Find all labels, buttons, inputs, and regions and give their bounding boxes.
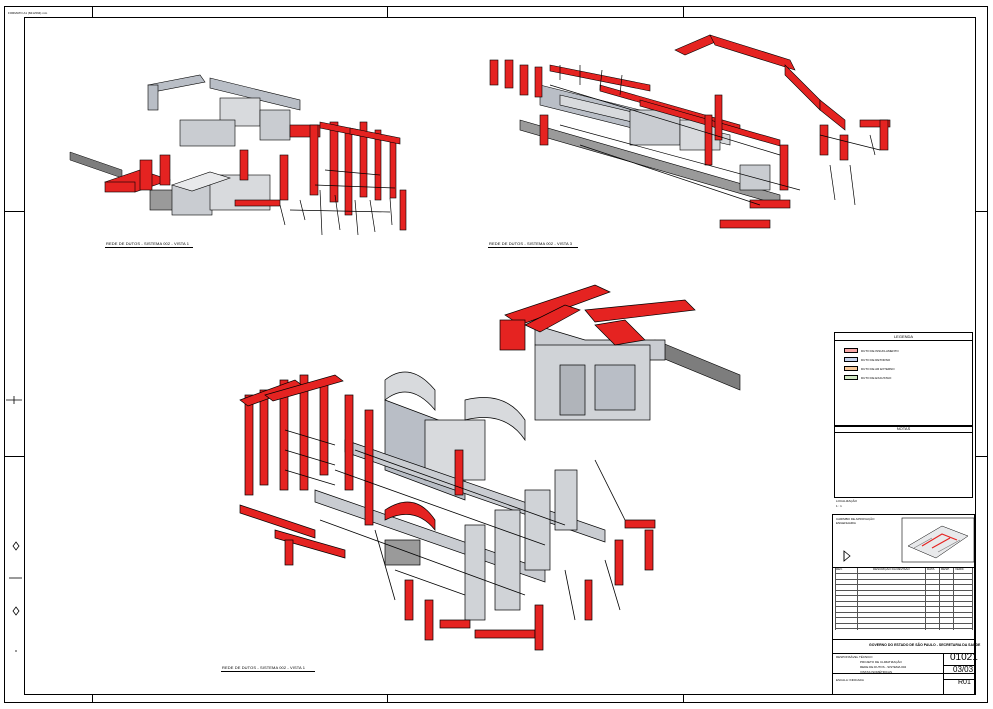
legend-box: LEGENDA DUTO DE INSUFLAMENTO DUTO DE RET… — [834, 332, 973, 427]
legend-swatch-return — [844, 357, 858, 362]
corner-note: FORMATO A1 (841x594) mm — [8, 11, 48, 15]
legend-swatch-supply — [844, 348, 858, 353]
rev-table-col-line — [925, 568, 926, 630]
legend-item-text: DUTO DE EXAUSTAO — [861, 376, 892, 380]
legend-swatch-outside-air — [844, 366, 858, 371]
tb-small-1: RESPONSÁVEL TÉCNICO — [836, 655, 873, 659]
rev-header-desc: DESCRIÇÃO DA REVISÃO — [873, 567, 910, 571]
north-arrow-icon — [843, 550, 851, 562]
legend-title: LEGENDA — [835, 333, 972, 341]
view-3-label: REDE DE DUTOS - SISTEMA 002 - VISTA 1 — [222, 665, 306, 670]
rev-table-col-line — [953, 568, 954, 630]
rev-table-col-line — [939, 568, 940, 630]
drawing-number: 01021 — [950, 652, 978, 663]
location-scale: 1 : 1 — [836, 504, 842, 508]
isometric-view-2 — [489, 34, 891, 229]
view-2-underline — [488, 247, 578, 248]
rev-table-col-line — [835, 568, 836, 630]
tb-small-2: PROJETO DE CLIMATIZAÇÃO — [860, 660, 902, 664]
view-1-label: REDE DE DUTOS - SISTEMA 002 - VISTA 1 — [106, 241, 190, 246]
zone-tick — [976, 456, 988, 457]
notes-title: NOTAS — [835, 426, 972, 433]
location-label: LOCALIZAÇÃO — [836, 499, 858, 503]
tb-divider — [833, 639, 974, 640]
sheet-number: 03/03 — [953, 665, 974, 674]
rev-header-verif: VERIF. — [955, 567, 965, 571]
zone-tick — [683, 6, 684, 17]
zone-tick — [92, 695, 93, 703]
tb-small-4: VISTAS ISOMÉTRICAS — [860, 670, 892, 674]
drawing-sheet: FORMATO A1 (841x594) mm REDE DE DUTOS - … — [0, 0, 993, 709]
view-1-underline — [105, 247, 193, 248]
isometric-view-1 — [69, 74, 407, 236]
zone-tick — [387, 6, 388, 17]
revision-table: REV. DESCRIÇÃO DA REVISÃO DATA RESP. VER… — [835, 567, 973, 630]
revision-number: R01 — [958, 679, 971, 686]
approval-header-2: ENGENHARIA — [836, 521, 856, 525]
tb-divider — [943, 653, 944, 694]
view-3-underline — [221, 671, 315, 672]
rev-table-col-line — [972, 568, 973, 630]
zone-tick — [387, 695, 388, 703]
legend-item-text: DUTO DE RETORNO — [861, 358, 891, 362]
rev-header-rev: REV. — [836, 567, 843, 571]
view-2-label: REDE DE DUTOS - SISTEMA 002 - VISTA 3 — [489, 241, 573, 246]
rev-table-col-line — [857, 568, 858, 630]
rev-header-resp: RESP. — [941, 567, 950, 571]
margin-symbols — [6, 396, 22, 652]
rev-header-date: DATA — [927, 567, 935, 571]
zone-tick — [92, 6, 93, 17]
legend-item-text: DUTO DE INSUFLAMENTO — [861, 349, 899, 353]
legend-item-text: DUTO DE AR EXTERNO — [861, 367, 895, 371]
key-plan — [901, 517, 975, 563]
notes-box: NOTAS — [834, 425, 973, 498]
tb-small-3: REDE DE DUTOS - SISTEMA 002 — [860, 665, 907, 669]
zone-tick — [976, 211, 988, 212]
legend-swatch-exhaust — [844, 375, 858, 380]
tb-small-5: ESCALA: INDICADA — [836, 678, 864, 682]
organization-name: GOVERNO DO ESTADO DE SÃO PAULO - SECRETA… — [869, 643, 981, 647]
isometric-view-3 — [239, 284, 741, 651]
zone-tick — [683, 695, 684, 703]
